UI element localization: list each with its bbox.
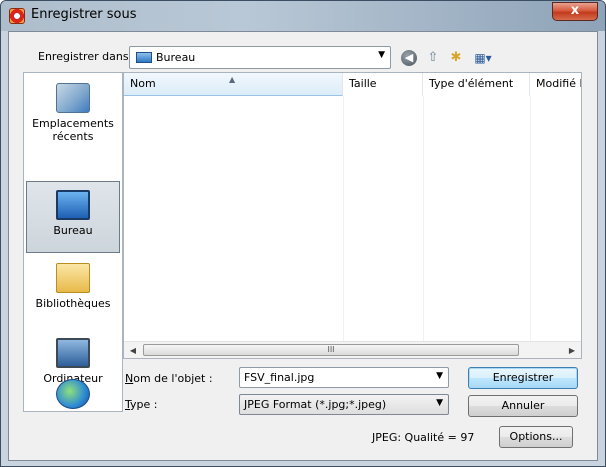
place-label: Bureau (53, 224, 93, 237)
column-header-size[interactable]: Taille (343, 73, 423, 96)
file-list[interactable]: ▲ Nom Taille Type d'élément Modifié le ◀… (123, 72, 582, 359)
title-bar[interactable]: Enregistrer sous (1, 1, 605, 31)
column-header-label: Taille (349, 77, 377, 90)
desktop-icon (56, 190, 90, 220)
column-divider (343, 96, 344, 341)
horizontal-scrollbar[interactable]: ◀ III ▶ (124, 341, 581, 358)
up-folder-icon[interactable]: ⇧ (424, 49, 442, 67)
save-in-label: Enregistrer dans : (38, 50, 136, 63)
back-icon[interactable]: ◀ (401, 50, 417, 66)
libraries-icon (56, 263, 90, 293)
save-in-combobox[interactable]: Bureau ▼ (129, 46, 391, 69)
column-header-label: Type d'élément (429, 77, 514, 90)
column-header-label: Nom (130, 77, 156, 90)
options-button[interactable]: Options... (499, 426, 573, 448)
close-button[interactable]: x (552, 2, 598, 21)
chevron-down-icon: ▼ (378, 50, 385, 60)
filename-label-text: om de l'objet : (133, 372, 213, 385)
save-in-value: Bureau (156, 51, 196, 64)
save-button[interactable]: Enregistrer (468, 367, 578, 389)
type-label: Type : (125, 398, 157, 411)
file-type-value: JPEG Format (*.jpg;*.jpeg) (244, 398, 387, 411)
recent-places-icon (56, 83, 90, 113)
window-title: Enregistrer sous (31, 7, 137, 22)
file-type-select[interactable]: JPEG Format (*.jpg;*.jpeg) ▼ (239, 394, 449, 415)
filename-label-accel: N (125, 372, 134, 385)
column-divider (423, 96, 424, 341)
new-folder-icon[interactable]: ✱ (447, 49, 465, 67)
place-computer[interactable]: Ordinateur (26, 338, 120, 385)
chevron-down-icon[interactable]: ▼ (436, 371, 443, 381)
chevron-down-icon: ▼ (436, 398, 443, 408)
cancel-button[interactable]: Annuler (468, 395, 578, 417)
network-icon (56, 379, 90, 409)
views-menu-icon[interactable]: ▦▾ (470, 49, 496, 67)
column-header-type[interactable]: Type d'élément (423, 73, 530, 96)
column-header-modified[interactable]: Modifié le (530, 73, 581, 96)
filename-value: FSV_final.jpg (244, 371, 315, 384)
sort-ascending-icon: ▲ (229, 75, 236, 84)
place-label: Emplacements récents (32, 117, 114, 143)
scrollbar-thumb[interactable]: III (143, 344, 519, 356)
place-label: Bibliothèques (35, 297, 111, 310)
filename-field[interactable]: FSV_final.jpg ▼ (239, 367, 449, 388)
scroll-grip: III (327, 345, 335, 354)
dialog-client-area: Enregistrer dans : Bureau ▼ ◀ ⇧ ✱ ▦▾ Emp… (8, 31, 598, 461)
place-desktop[interactable]: Bureau (26, 181, 120, 253)
place-recent[interactable]: Emplacements récents (26, 83, 120, 143)
desktop-folder-icon (136, 52, 152, 63)
column-divider (530, 96, 531, 341)
column-header-name[interactable]: ▲ Nom (124, 73, 343, 96)
jpeg-quality-text: JPEG: Qualité = 97 (372, 431, 475, 444)
place-network[interactable] (26, 379, 120, 411)
place-libraries[interactable]: Bibliothèques (26, 263, 120, 310)
app-icon (9, 8, 25, 24)
scroll-left-icon[interactable]: ◀ (125, 343, 141, 358)
save-as-dialog: Enregistrer sous x Enregistrer dans : Bu… (0, 0, 606, 467)
scroll-right-icon[interactable]: ▶ (564, 343, 580, 358)
places-bar: Emplacements récents Bureau Bibliothèque… (23, 72, 123, 412)
type-label-text: ype : (130, 398, 158, 411)
filename-label: Nom de l'objet : (125, 372, 213, 385)
computer-icon (56, 338, 90, 368)
column-header-label: Modifié le (536, 77, 581, 90)
